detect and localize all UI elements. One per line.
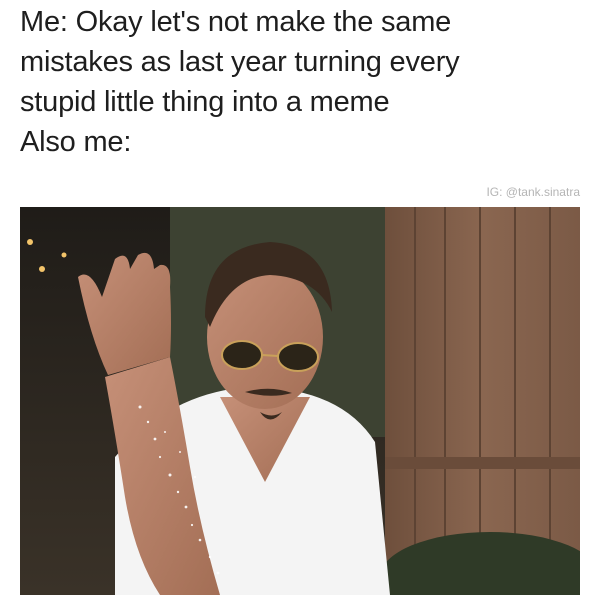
meme-post: Me: Okay let's not make the same mistake… [0, 0, 600, 597]
meme-caption: Me: Okay let's not make the same mistake… [20, 2, 580, 162]
caption-line-4: Also me: [20, 126, 132, 158]
instagram-credit: IG: @tank.sinatra [486, 185, 580, 199]
meme-photo [20, 207, 580, 595]
caption-line-2: mistakes as last year turning every [20, 46, 460, 78]
salt-bae-illustration [20, 207, 580, 595]
caption-line-3: stupid little thing into a meme [20, 86, 390, 118]
caption-line-1: Me: Okay let's not make the same [20, 6, 452, 38]
